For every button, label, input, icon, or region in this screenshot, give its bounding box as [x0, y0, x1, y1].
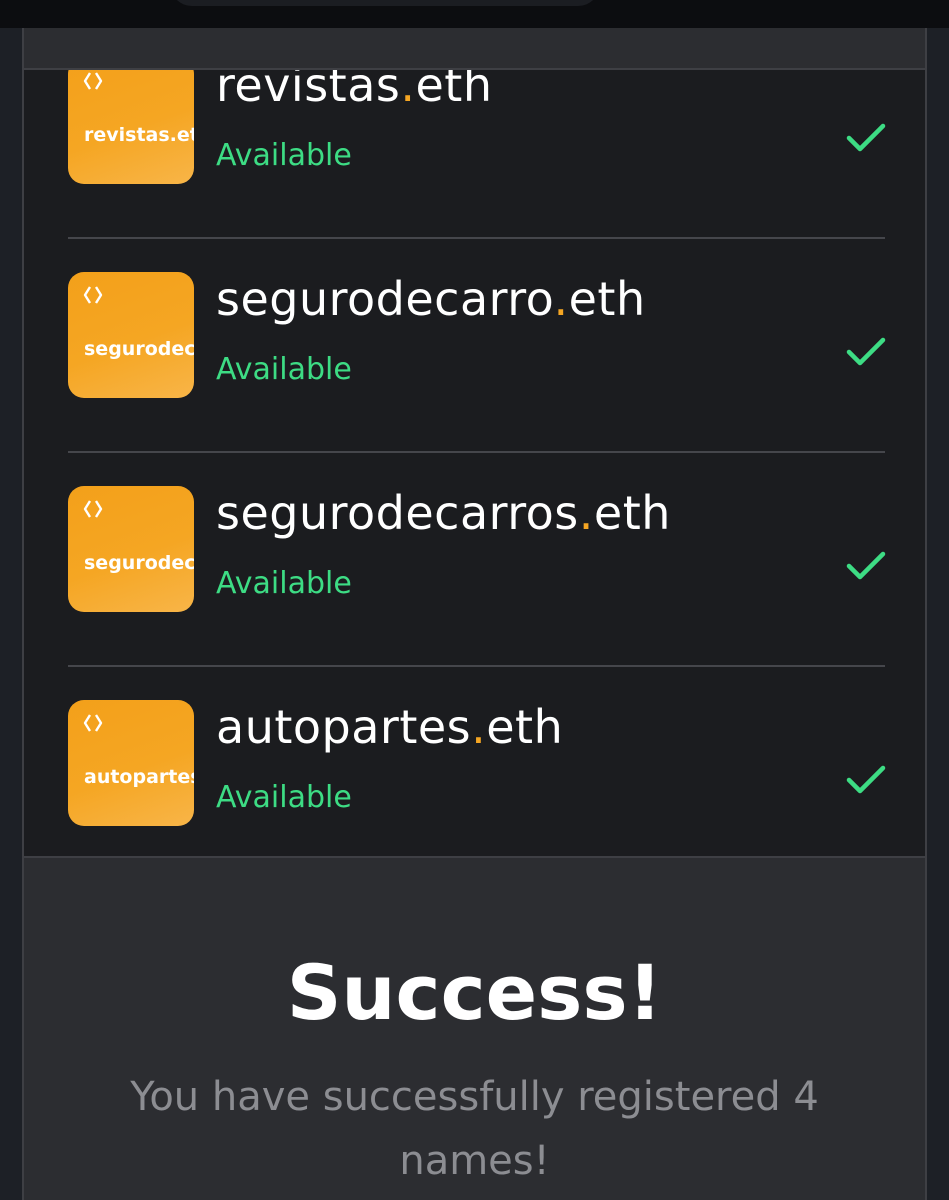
success-title: Success! — [286, 948, 663, 1037]
ens-logo-icon — [83, 286, 103, 304]
availability-status: Available — [216, 780, 352, 815]
domain-name: segurodecarros.eth — [216, 486, 671, 540]
ens-logo-icon — [83, 714, 103, 732]
row-divider — [68, 237, 885, 239]
page-side-right — [927, 28, 949, 1200]
name-thumbnail: revistas.eth — [68, 70, 194, 184]
availability-status: Available — [216, 566, 352, 601]
domain-name: revistas.eth — [216, 68, 493, 112]
list-item: autopartes.eth autopartes.eth Available — [68, 668, 886, 856]
row-divider — [68, 665, 885, 667]
list-item: revistas.eth revistas.eth Available — [68, 68, 886, 239]
success-message: You have successfully registered 4 names… — [130, 1074, 819, 1184]
availability-status: Available — [216, 352, 352, 387]
check-icon — [846, 123, 886, 152]
name-list[interactable]: revistas.eth revistas.eth Available segu… — [24, 68, 925, 858]
ens-logo-icon — [83, 500, 103, 518]
domain-name: autopartes.eth — [216, 700, 564, 754]
ens-logo-icon — [83, 72, 103, 90]
check-icon — [846, 765, 886, 794]
list-item: segurodecarros.eth segurodecarros.eth Av… — [68, 454, 886, 667]
thumbnail-label: revistas.eth — [84, 124, 194, 146]
name-thumbnail: segurodecarros.eth — [68, 486, 194, 612]
availability-status: Available — [216, 138, 352, 173]
thumbnail-label: segurodecarros.eth — [84, 552, 194, 574]
check-icon — [846, 337, 886, 366]
top-bar — [0, 0, 949, 28]
row-divider — [68, 451, 885, 453]
top-bar-notch — [170, 0, 600, 6]
list-item: segurodecarro.eth segurodecarro.eth Avai… — [68, 240, 886, 453]
thumbnail-label: segurodecarro.eth — [84, 338, 194, 360]
check-icon — [846, 551, 886, 580]
name-thumbnail: autopartes.eth — [68, 700, 194, 826]
page-side-left — [0, 28, 22, 1200]
registration-modal: revistas.eth revistas.eth Available segu… — [22, 28, 927, 1200]
domain-name: segurodecarro.eth — [216, 272, 646, 326]
name-thumbnail: segurodecarro.eth — [68, 272, 194, 398]
thumbnail-label: autopartes.eth — [84, 766, 194, 788]
